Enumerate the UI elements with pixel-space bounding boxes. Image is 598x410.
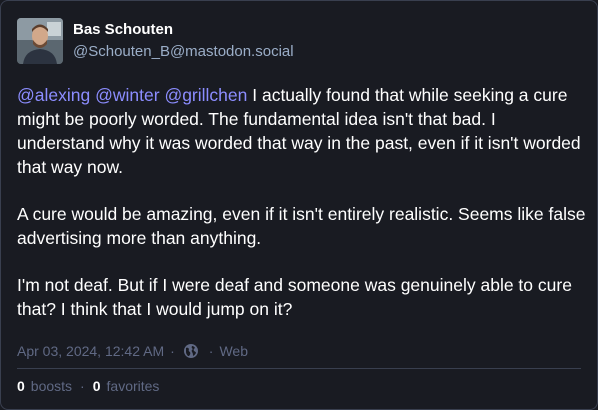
status-paragraph: A cure would be amazing, even if it isn'… bbox=[17, 204, 586, 248]
favorites-label[interactable]: favorites bbox=[107, 377, 160, 395]
account-handle[interactable]: @Schouten_B@mastodon.social bbox=[73, 43, 294, 61]
boosts-count[interactable]: 0 bbox=[17, 377, 25, 395]
status-content: @alexing @winter @grillchen I actually f… bbox=[17, 83, 587, 344]
status-card: Bas Schouten @Schouten_B@mastodon.social… bbox=[0, 0, 598, 410]
status-header: Bas Schouten @Schouten_B@mastodon.social bbox=[17, 18, 294, 64]
mention-link[interactable]: @alexing bbox=[17, 85, 90, 105]
divider bbox=[17, 368, 581, 369]
status-paragraph: @alexing @winter @grillchen I actually f… bbox=[17, 83, 587, 179]
mention-link[interactable]: @grillchen bbox=[164, 85, 247, 105]
status-paragraph: I'm not deaf. But if I were deaf and som… bbox=[17, 275, 572, 319]
status-meta: Apr 03, 2024, 12:42 AM · · Web bbox=[17, 342, 248, 360]
boosts-label[interactable]: boosts bbox=[31, 377, 72, 395]
status-stats: 0 boosts · 0 favorites bbox=[17, 377, 159, 395]
timestamp-link[interactable]: Apr 03, 2024, 12:42 AM bbox=[17, 342, 164, 360]
meta-separator: · bbox=[208, 343, 214, 359]
mention-link[interactable]: @winter bbox=[95, 85, 159, 105]
avatar[interactable] bbox=[17, 18, 63, 64]
meta-separator: · bbox=[170, 343, 175, 359]
globe-icon bbox=[183, 344, 198, 358]
stats-separator: · bbox=[80, 378, 85, 394]
display-name[interactable]: Bas Schouten bbox=[73, 21, 294, 39]
favorites-count[interactable]: 0 bbox=[93, 377, 101, 395]
application-name: Web bbox=[219, 343, 248, 359]
